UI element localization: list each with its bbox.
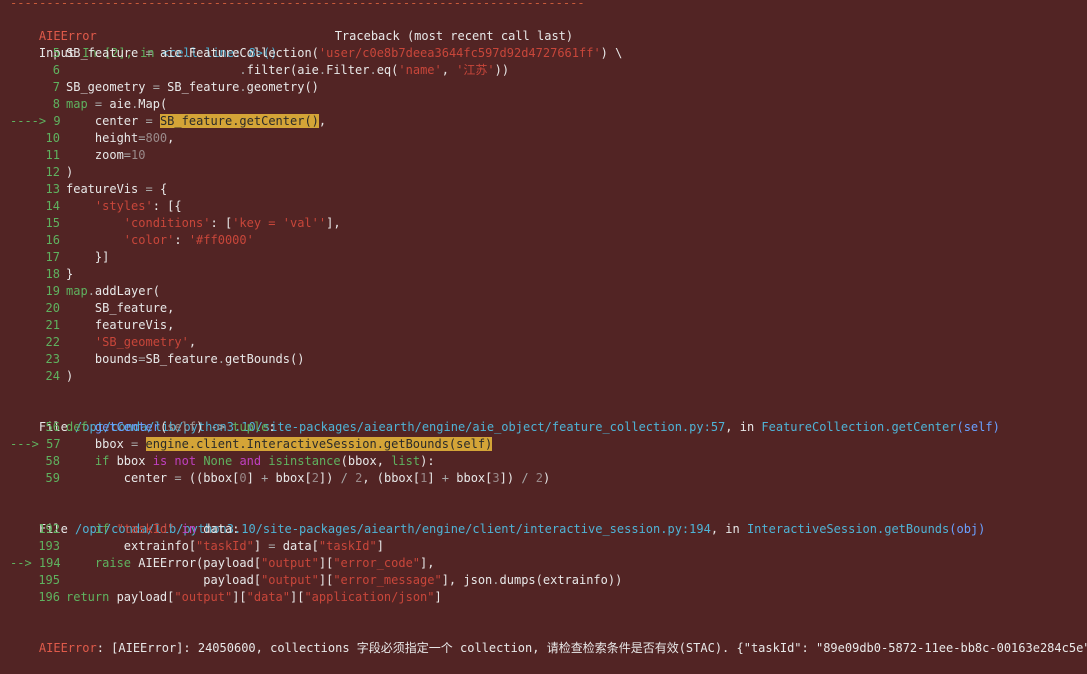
line-number: 193 — [38, 539, 60, 553]
line-number: 8 — [52, 97, 60, 111]
line-number: 23 — [45, 352, 60, 366]
code-line: 8 map = aie.Map( — [10, 96, 167, 113]
line-number: 196 — [38, 590, 60, 604]
code-line: 7 SB_geometry = SB_feature.geometry() — [10, 79, 319, 96]
code-line: 193 extrainfo["taskId"] = data["taskId"] — [10, 538, 384, 555]
line-number: 5 — [52, 46, 60, 60]
function-args: (obj) — [949, 522, 986, 536]
line-number: 195 — [38, 573, 60, 587]
code-line: 11 zoom=10 — [10, 147, 146, 164]
current-line-arrow: ----> 9 — [10, 114, 61, 128]
line-number: 56 — [45, 420, 60, 434]
line-number: 10 — [45, 131, 60, 145]
code-line: 196 return payload["output"]["data"]["app… — [10, 589, 441, 606]
function-name: FeatureCollection.getCenter — [761, 420, 957, 434]
current-line-arrow: --> 194 — [10, 556, 61, 570]
error-name: AIEError — [38, 641, 97, 655]
line-number: 7 — [52, 80, 60, 94]
line-number: 24 — [45, 369, 60, 383]
code-line: 15 'conditions': ['key = 'val''], — [10, 215, 341, 232]
line-number: 16 — [45, 233, 60, 247]
line-number: 192 — [38, 522, 60, 536]
in-label: , in — [725, 420, 755, 434]
code-line: 22 'SB_geometry', — [10, 334, 197, 351]
code-line: 5 SB_feature = aie.FeatureCollection('use… — [10, 45, 623, 62]
code-line: 13 featureVis = { — [10, 181, 168, 198]
line-number: 19 — [45, 284, 60, 298]
code-line: 18} — [10, 266, 74, 283]
line-number: 20 — [45, 301, 60, 315]
line-number: 21 — [45, 318, 60, 332]
function-args: (self) — [956, 420, 1000, 434]
code-line: 16 'color': '#ff0000' — [10, 232, 254, 249]
input-line: Input In [2], in <cell line: 8>() — [10, 28, 277, 60]
code-line: 21 featureVis, — [10, 317, 175, 334]
line-number: 18 — [45, 267, 60, 281]
error-highlight: SB_feature.getCenter() — [159, 114, 319, 128]
frame-file-line: File /opt/conda/lib/python3.10/site-pack… — [10, 402, 1000, 434]
line-number: 13 — [45, 182, 60, 196]
code-line: 195 payload["output"]["error_message"], … — [10, 572, 622, 589]
code-line: 6 .filter(aie.Filter.eq('name', '江苏')) — [10, 62, 509, 79]
line-number: 12 — [45, 165, 60, 179]
code-line-current: --> 194 raise AIEError(payload["output"]… — [10, 556, 435, 570]
error-message-line: AIEError: [AIEError]: 24050600, collecti… — [10, 623, 1087, 655]
code-line: 58 if bbox is not None and isinstance(bb… — [10, 453, 435, 470]
code-line: 24) — [10, 368, 74, 385]
line-number: 11 — [45, 148, 60, 162]
line-number: 59 — [45, 471, 60, 485]
current-line-arrow: ---> 57 — [10, 437, 61, 451]
frame-file-line: File /opt/conda/lib/python3.10/site-pack… — [10, 504, 985, 536]
separator-line — [10, 0, 585, 8]
traceback-title: Traceback (most recent call last) — [334, 29, 574, 43]
code-line: 192 if "taskId" in data: — [10, 521, 239, 538]
code-line: 10 height=800, — [10, 130, 175, 147]
line-number: 15 — [45, 216, 60, 230]
code-line: 12) — [10, 164, 74, 181]
code-line-current: ----> 9 center = SB_feature.getCenter(), — [10, 114, 327, 128]
error-message: : [AIEError]: 24050600, collections 字段必须… — [96, 641, 1087, 655]
code-line: 17 }] — [10, 249, 110, 266]
traceback-header: AIEError Traceback (most recent call last… — [10, 11, 573, 43]
in-label: , in — [710, 522, 740, 536]
line-number: 17 — [45, 250, 60, 264]
code-line: 20 SB_feature, — [10, 300, 175, 317]
code-line: 56 def getCenter(self) -> tuple: — [10, 419, 276, 436]
line-number: 6 — [52, 63, 60, 77]
error-highlight: engine.client.InteractiveSession.getBoun… — [145, 437, 493, 451]
traceback-output: AIEError Traceback (most recent call last… — [0, 0, 1087, 655]
line-number: 22 — [45, 335, 60, 349]
line-number: 14 — [45, 199, 60, 213]
code-line: 14 'styles': [{ — [10, 198, 182, 215]
function-name: InteractiveSession.getBounds — [746, 522, 950, 536]
code-line: 19 map.addLayer( — [10, 283, 160, 300]
line-number: 58 — [45, 454, 60, 468]
code-line-current: ---> 57 bbox = engine.client.Interactive… — [10, 437, 493, 451]
code-line: 23 bounds=SB_feature.getBounds() — [10, 351, 305, 368]
code-line: 59 center = ((bbox[0] + bbox[2]) / 2, (b… — [10, 470, 551, 487]
